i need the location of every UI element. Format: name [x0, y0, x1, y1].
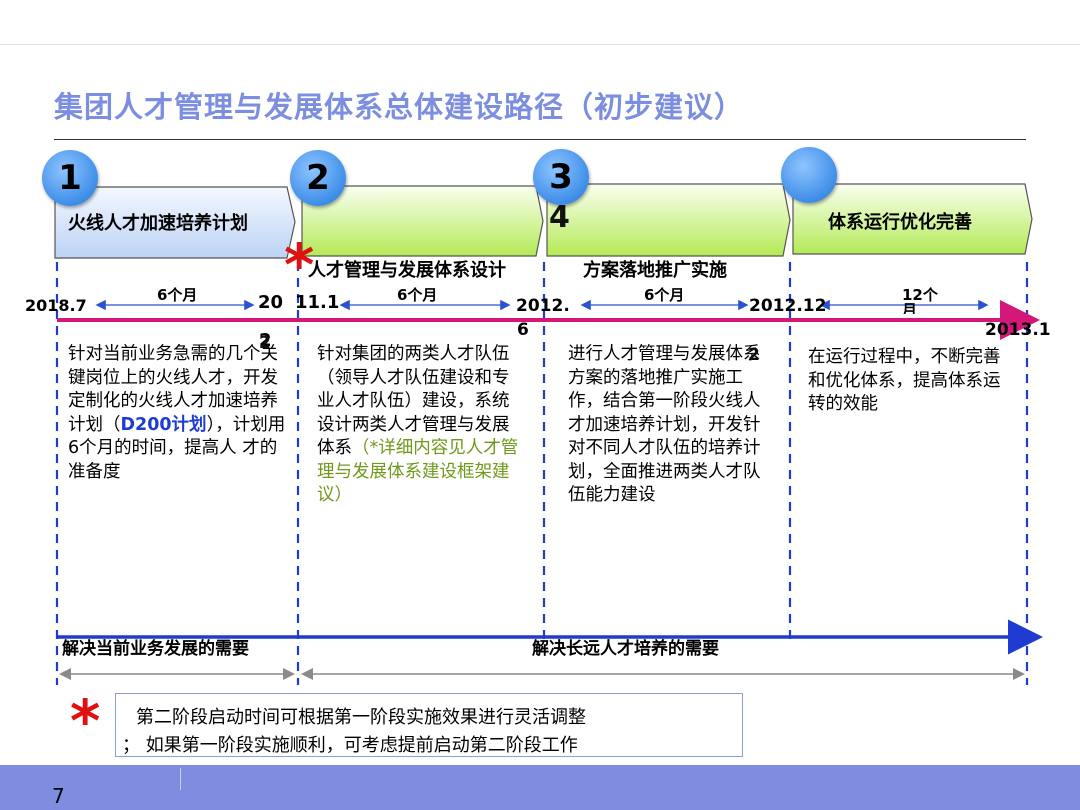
duration-3: 6个月	[644, 286, 685, 304]
stage-4-circle	[781, 147, 837, 203]
date-end: 2013.1	[985, 320, 1051, 340]
stage-3-extra-mark: 2	[748, 345, 760, 365]
date-2-part3: 11.1	[295, 292, 340, 313]
stage-3-arrow	[546, 183, 791, 257]
stage-2-star: *	[284, 231, 315, 299]
stage-3-extra-number: 4	[549, 200, 570, 235]
stage-2-description: 针对集团的两类人才队伍（领导人才队伍建设和专业人才队伍）建设，系统设计两类人才管…	[317, 343, 522, 508]
note-star: *	[70, 687, 101, 755]
need-long-term: 解决长远人才培养的需要	[532, 639, 719, 659]
stage-1-circle: 1	[42, 150, 98, 206]
date-4: 2012.12	[749, 296, 827, 316]
stage-4-description: 在运行过程中，不断完善和优化体系，提高体系运转的效能	[808, 347, 1001, 414]
stage-2-circle: 2	[290, 150, 346, 206]
date-2-part1: 20	[258, 292, 284, 313]
date-3-part1: 2012.	[516, 296, 570, 316]
stage-2-number: 2	[306, 158, 330, 198]
stage-3-circle: 3	[533, 149, 589, 205]
note-line-2: ； 如果第一阶段实施顺利，可考虑提前启动第二阶段工作	[122, 735, 578, 756]
page-number: 7	[52, 784, 65, 808]
date-start: 2018.7	[25, 296, 87, 315]
stage-1-label: 火线人才加速培养计划	[68, 213, 248, 234]
stage-1-number: 1	[58, 158, 82, 198]
stage-3-label: 方案落地推广实施	[583, 260, 727, 281]
footer-bar	[0, 765, 1080, 810]
stage-3-number: 3	[549, 157, 573, 197]
note-line-1: 第二阶段启动时间可根据第一阶段实施效果进行灵活调整	[136, 707, 586, 728]
duration-2: 6个月	[397, 286, 438, 304]
d200-plan-label: D200计划	[120, 414, 207, 435]
duration-1: 6个月	[157, 286, 198, 304]
stage-1-extra-mark: 2	[259, 333, 271, 353]
duration-4-part2: 月	[902, 302, 918, 314]
stage-1-description: 针对当前业务急需的几个关键岗位上的火线人才，开发定制化的火线人才加速培养计划（D…	[68, 344, 286, 482]
stage-2-label: 人才管理与发展体系设计	[308, 260, 506, 281]
date-3-part2: 6	[517, 320, 529, 340]
stage-3-description: 进行人才管理与发展体系方案的落地推广实施工作，结合第一阶段火线人才加速培养计划，…	[568, 344, 761, 505]
stage-4-label: 体系运行优化完善	[828, 212, 972, 233]
footer-separator	[180, 768, 181, 790]
need-near-term: 解决当前业务发展的需要	[62, 639, 249, 659]
